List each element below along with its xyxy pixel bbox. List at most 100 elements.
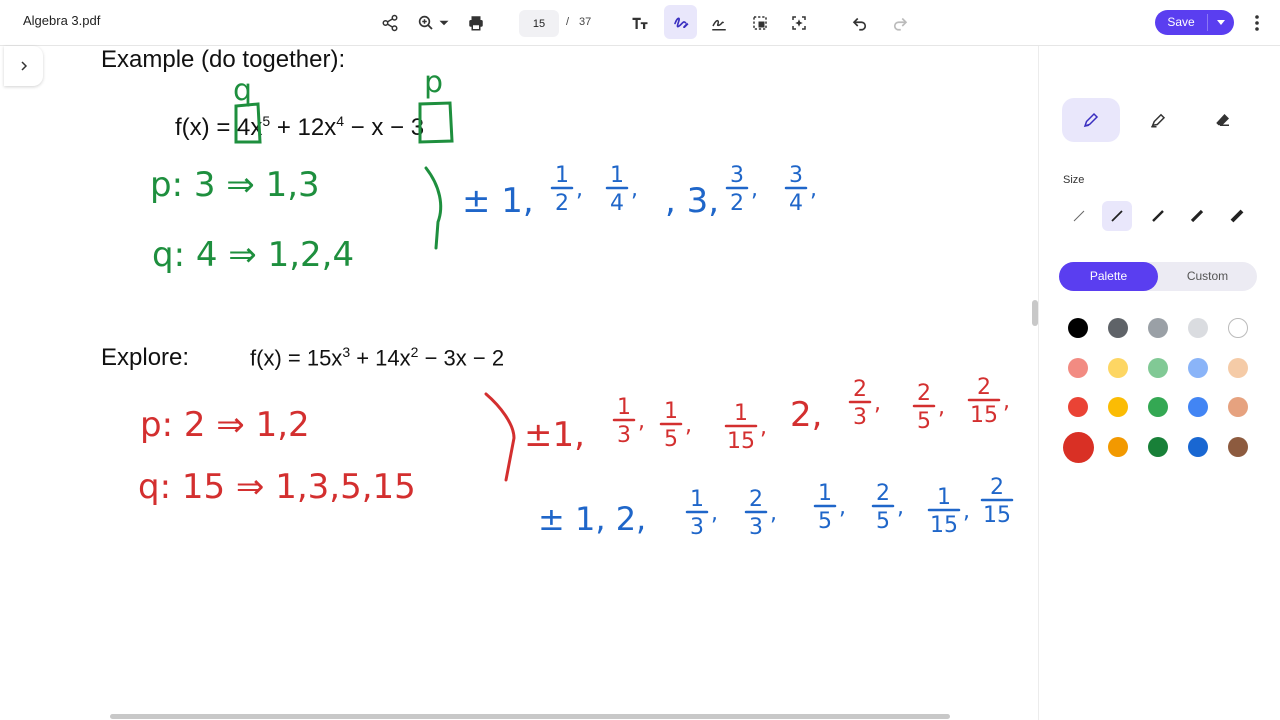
page-total: 37: [579, 16, 592, 28]
ink-comma: ,: [897, 495, 904, 520]
undo-icon[interactable]: [846, 9, 874, 37]
color-swatch[interactable]: [1068, 318, 1088, 338]
ink-comma: ,: [839, 495, 846, 520]
ink-comma: ,: [810, 177, 817, 202]
highlighter-tool-button[interactable]: [1129, 98, 1187, 142]
ink-fraction-numerator: 2: [749, 487, 763, 512]
tab-palette[interactable]: Palette: [1059, 262, 1158, 291]
sidebar-toggle-button[interactable]: [4, 46, 43, 86]
color-swatch[interactable]: [1228, 397, 1248, 417]
page-number-input[interactable]: 15: [519, 10, 559, 37]
print-icon[interactable]: [462, 9, 490, 37]
color-mode-toggle: Palette Custom: [1059, 262, 1257, 291]
ink-fraction-numerator: 1: [555, 163, 569, 188]
size-option-4[interactable]: [1182, 201, 1212, 231]
ink-list-2-mid: 2,: [790, 395, 822, 435]
ink-fraction-denominator: 15: [970, 403, 998, 428]
ink-comma: ,: [874, 391, 881, 416]
document-page[interactable]: Example (do together): f(x) = 4x5 + 12x4…: [0, 46, 1038, 720]
text-tool-icon[interactable]: [626, 9, 654, 37]
ink-fraction: 1 3,: [685, 487, 718, 540]
ink-fraction-denominator: 4: [789, 191, 803, 216]
size-option-1[interactable]: [1064, 201, 1094, 231]
color-swatch[interactable]: [1228, 358, 1248, 378]
chevron-right-icon: [20, 61, 27, 71]
color-swatch[interactable]: [1108, 437, 1128, 457]
color-swatch[interactable]: [1188, 358, 1208, 378]
ink-fraction: 1 3,: [612, 395, 645, 448]
color-swatch[interactable]: [1188, 318, 1208, 338]
ink-fraction: 1 5,: [813, 481, 846, 534]
share-icon[interactable]: [376, 9, 404, 37]
ink-comma: ,: [638, 409, 645, 434]
ink-comma: ,: [760, 415, 767, 440]
color-swatch[interactable]: [1148, 318, 1168, 338]
ink-fraction-group-1: 1 2, 1 4, 3 2, 3 4,: [550, 163, 817, 216]
ink-comma: ,: [751, 177, 758, 202]
eq-mid: + 12x: [270, 114, 337, 141]
ai-assist-icon[interactable]: [785, 9, 813, 37]
ink-q-line-1: q: 4 ⇒ 1,2,4: [152, 235, 354, 275]
color-swatch[interactable]: [1062, 431, 1094, 463]
page-separator: /: [566, 16, 570, 28]
ink-fraction-numerator: 3: [730, 163, 744, 188]
ink-fraction-denominator: 3: [617, 423, 631, 448]
size-option-3[interactable]: [1143, 201, 1173, 231]
ink-fraction-group-3: 13,23,15,25, 115,215: [685, 475, 1014, 540]
color-swatch[interactable]: [1228, 318, 1248, 338]
draw-tool-icon[interactable]: [664, 5, 697, 39]
zoom-caret-icon[interactable]: [434, 9, 454, 37]
color-swatch[interactable]: [1148, 437, 1168, 457]
ink-fraction-denominator: 5: [917, 409, 931, 434]
size-option-2[interactable]: [1102, 201, 1132, 231]
example-heading: Example (do together):: [101, 46, 346, 73]
explore-heading: Explore:: [101, 344, 190, 371]
ink-fraction-numerator: 1: [617, 395, 631, 420]
eq-exp-2: 4: [336, 113, 345, 129]
save-button[interactable]: Save: [1155, 10, 1234, 35]
explore-eq-prefix: f(x) = 15x: [250, 345, 343, 371]
ink-fraction-numerator: 1: [690, 487, 704, 512]
eraser-tool-button[interactable]: [1194, 98, 1252, 142]
ink-fraction-numerator: 2: [917, 381, 931, 406]
size-option-5[interactable]: [1222, 201, 1252, 231]
horizontal-scrollbar[interactable]: [110, 714, 950, 719]
color-swatch[interactable]: [1148, 397, 1168, 417]
color-swatch[interactable]: [1188, 397, 1208, 417]
highlighter-icon: [1151, 113, 1166, 128]
select-area-icon[interactable]: [746, 9, 774, 37]
ink-list-1-mid: , 3,: [665, 181, 719, 221]
color-swatch[interactable]: [1108, 318, 1128, 338]
ink-fraction-denominator: 2: [555, 191, 569, 216]
ink-fraction: 215: [980, 475, 1014, 528]
ink-fraction: 1 15,: [724, 401, 767, 454]
color-swatch[interactable]: [1068, 358, 1088, 378]
ink-fraction-denominator: 5: [876, 509, 890, 534]
ink-fraction-numerator: 1: [610, 163, 624, 188]
color-swatch[interactable]: [1108, 397, 1128, 417]
sign-icon[interactable]: [705, 9, 733, 37]
color-swatch[interactable]: [1108, 358, 1128, 378]
color-swatch[interactable]: [1148, 358, 1168, 378]
tab-custom[interactable]: Custom: [1158, 262, 1257, 291]
ink-fraction: 2 5,: [912, 381, 945, 434]
eq-exp-1: 5: [262, 113, 271, 129]
color-swatch[interactable]: [1188, 437, 1208, 457]
more-icon[interactable]: [1247, 13, 1267, 33]
ink-fraction-denominator: 15: [727, 429, 755, 454]
ink-fraction: 3 4,: [784, 163, 817, 216]
eq-suffix: − x −: [344, 114, 411, 141]
ink-list-3-start: ± 1, 2,: [538, 500, 646, 538]
redo-icon[interactable]: [886, 9, 914, 37]
color-swatch[interactable]: [1228, 437, 1248, 457]
pen-tool-button[interactable]: [1062, 98, 1120, 142]
ink-fraction-denominator: 3: [749, 515, 763, 540]
line-thick-icon: [1152, 210, 1164, 222]
color-swatch[interactable]: [1068, 397, 1088, 417]
ink-fraction-denominator: 3: [853, 405, 867, 430]
save-label: Save: [1167, 15, 1195, 29]
ink-p-line-1: p: 3 ⇒ 1,3: [150, 165, 320, 205]
ink-fraction-numerator: 2: [977, 375, 991, 400]
ink-fraction: 1 2,: [550, 163, 583, 216]
save-options-caret-icon[interactable]: [1217, 20, 1225, 25]
